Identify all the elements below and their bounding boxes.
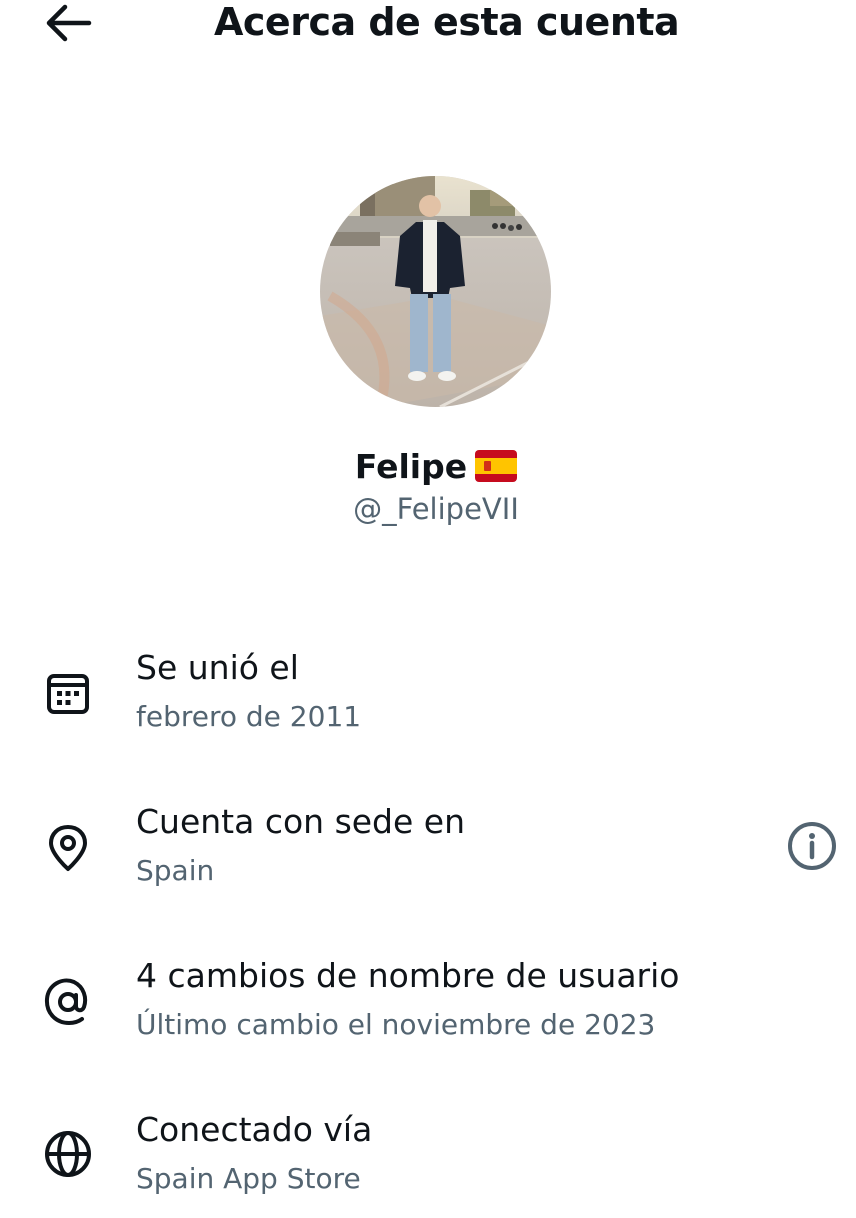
spain-flag-icon [475,449,518,482]
back-button[interactable] [40,0,96,46]
username-changes-row: 4 cambios de nombre de usuario Último ca… [0,954,856,1064]
at-sign-icon [40,974,96,1030]
username-changes-label: 4 cambios de nombre de usuario [136,956,680,995]
top-bar: Acerca de esta cuenta [0,0,856,50]
location-pin-icon [40,820,96,876]
avatar[interactable] [320,176,551,407]
joined-label: Se unió el [136,648,299,687]
joined-value: febrero de 2011 [136,700,362,733]
connected-via-label: Conectado vía [136,1110,373,1149]
account-location-value: Spain [136,854,215,887]
info-icon [788,822,836,870]
info-button[interactable] [784,818,840,874]
connected-via-row: Conectado vía Spain App Store [0,1108,856,1218]
globe-icon [40,1126,96,1182]
arrow-left-icon [46,4,92,42]
joined-date-row: Se unió el febrero de 2011 [0,646,856,756]
display-name-text: Felipe [354,447,468,486]
display-name: Felipe [0,446,856,488]
username-changes-value: Último cambio el noviembre de 2023 [136,1008,656,1041]
profile-photo [320,176,551,407]
account-location-label: Cuenta con sede en [136,802,466,841]
connected-via-value: Spain App Store [136,1162,361,1195]
username-handle: @_FelipeVII [353,492,519,526]
calendar-icon [40,666,96,722]
account-location-row: Cuenta con sede en Spain [0,800,856,910]
page-title: Acerca de esta cuenta [214,0,680,44]
